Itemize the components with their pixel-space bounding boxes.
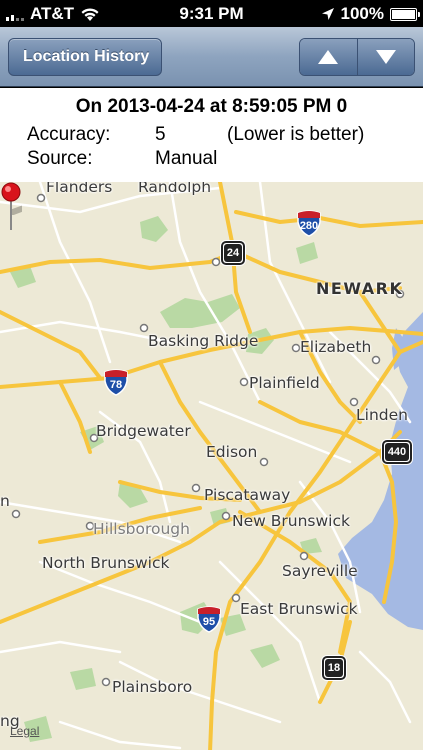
- accuracy-note: (Lower is better): [227, 124, 365, 145]
- route-18-shield: 18: [322, 656, 346, 680]
- interstate-95-shield: 95: [196, 606, 222, 633]
- map-label-randolph: Randolph: [138, 182, 212, 196]
- source-value: Manual: [155, 148, 218, 169]
- map-label-basking-ridge: Basking Ridge: [148, 332, 259, 350]
- battery-percent: 100%: [340, 4, 384, 23]
- map-label-plainsboro: Plainsboro: [112, 678, 193, 696]
- map-label-east-brunswick: East Brunswick: [240, 600, 358, 618]
- status-right: 100%: [321, 4, 420, 24]
- down-arrow-icon: [375, 50, 396, 64]
- map-label-north-brunswick: North Brunswick: [42, 554, 170, 572]
- map-label-plainfield: Plainfield: [249, 374, 320, 392]
- map-label-flanders: Flanders: [46, 182, 113, 196]
- up-arrow-icon: [318, 50, 339, 64]
- minor-roads: [0, 182, 412, 750]
- map-label-edge-left: n: [0, 492, 10, 510]
- interstate-78-shield: 78: [103, 369, 129, 396]
- map-label-new-brunswick: New Brunswick: [232, 512, 350, 530]
- park-area: [70, 668, 96, 690]
- back-button-label: Location History: [23, 48, 150, 65]
- prev-next-segmented-control: [299, 38, 415, 76]
- accuracy-label: Accuracy:: [27, 124, 111, 145]
- route-24-shield: 24: [221, 241, 245, 265]
- map-base: [0, 182, 423, 750]
- location-arrow-icon: [321, 8, 334, 20]
- map-label-edison: Edison: [206, 443, 258, 461]
- status-bar: AT&T 9:31 PM 100%: [0, 0, 423, 27]
- legal-link[interactable]: Legal: [10, 724, 39, 738]
- back-button[interactable]: Location History: [8, 38, 163, 76]
- accuracy-value: 5: [155, 124, 166, 145]
- map-label-bridgewater: Bridgewater: [96, 422, 191, 440]
- route-440-shield: 440: [382, 440, 412, 464]
- location-pin-icon[interactable]: [0, 182, 22, 232]
- source-row: Source: Manual: [27, 148, 227, 170]
- battery-icon: [390, 7, 420, 21]
- water-area: [338, 312, 423, 630]
- park-area: [296, 242, 318, 264]
- source-label: Source:: [27, 148, 93, 169]
- park-area: [250, 644, 280, 668]
- accuracy-row: Accuracy: 5 (Lower is better): [27, 124, 364, 146]
- map-label-sayreville: Sayreville: [282, 562, 358, 580]
- navigation-bar: Location History: [0, 27, 423, 87]
- map-label-elizabeth: Elizabeth: [300, 338, 372, 356]
- park-area: [160, 294, 240, 328]
- location-info-panel: On 2013-04-24 at 8:59:05 PM 0 Accuracy: 5…: [0, 88, 423, 182]
- map-label-hillsborough: Hillsborough: [93, 520, 190, 538]
- park-area: [140, 216, 168, 242]
- previous-entry-button[interactable]: [300, 39, 357, 75]
- location-timestamp-title: On 2013-04-24 at 8:59:05 PM 0: [75, 96, 348, 117]
- highways: [0, 182, 423, 750]
- interstate-280-shield: 280: [296, 210, 322, 237]
- map-label-piscataway: Piscataway: [204, 486, 291, 504]
- next-entry-button[interactable]: [356, 39, 414, 75]
- map-label-linden: Linden: [356, 406, 408, 424]
- map-view[interactable]: Flanders Randolph NEWARK Basking Ridge E…: [0, 182, 423, 750]
- map-label-newark: NEWARK: [316, 279, 404, 298]
